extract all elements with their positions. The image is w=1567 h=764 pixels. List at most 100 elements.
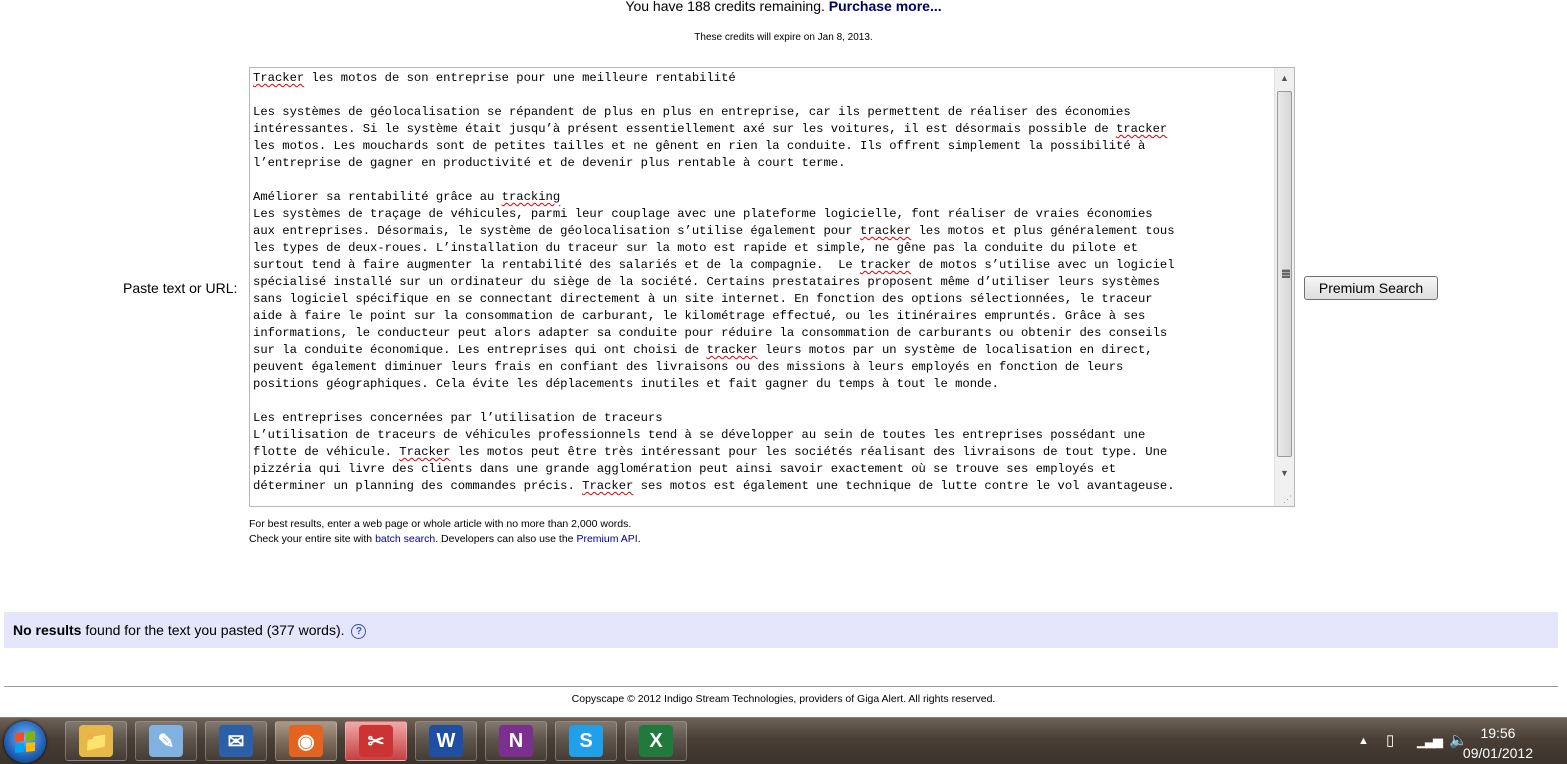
text-line: Améliorer sa rentabilité grâce au tracki… [253, 189, 1273, 206]
text-segment: ses motos est également une technique de… [633, 479, 1175, 493]
show-hidden-icons-icon[interactable]: ▲ [1358, 718, 1369, 764]
firefox-icon: ◉ [289, 725, 323, 757]
taskbar-thunderbird-button[interactable]: ✉ [205, 721, 267, 761]
taskbar-excel-button[interactable]: X [625, 721, 687, 761]
misspelled-word: tracking [501, 190, 561, 204]
hint-line-2: Check your entire site with batch search… [249, 533, 641, 545]
help-icon[interactable]: ? [351, 623, 367, 639]
text-segment: déterminer un planning des commandes pré… [253, 479, 583, 493]
clock[interactable]: 19:56 09/01/2012 [1463, 723, 1533, 763]
taskbar-explorer-button[interactable]: 📁 [65, 721, 127, 761]
text-line: informations, le conducteur peut alors a… [253, 325, 1273, 342]
text-line: Tracker les motos de son entreprise pour… [253, 70, 1273, 87]
vertical-scrollbar[interactable]: ▲ ▬ ▬ ▬ ▼ [1274, 68, 1294, 506]
result-bold: No results [13, 622, 82, 638]
result-bar: No results found for the text you pasted… [4, 612, 1558, 648]
notepad-icon: ✎ [149, 725, 183, 757]
taskbar-firefox-button[interactable]: ◉ [275, 721, 337, 761]
skype-icon: S [569, 725, 603, 757]
taskbar-skype-button[interactable]: S [555, 721, 617, 761]
excel-icon: X [639, 725, 673, 757]
pasted-text[interactable]: Tracker les motos de son entreprise pour… [253, 70, 1273, 504]
paste-label: Paste text or URL: [123, 280, 238, 296]
footer-text: Copyscape © 2012 Indigo Stream Technolog… [571, 693, 996, 705]
grip-icon: ▬ ▬ ▬ [1282, 265, 1290, 280]
snipping-tool-icon: ✂ [359, 725, 393, 757]
text-segment: informations, le conducteur peut alors a… [253, 326, 1168, 340]
scroll-thumb[interactable]: ▬ ▬ ▬ [1277, 91, 1292, 457]
text-line: Les entreprises concernées par l’utilisa… [253, 410, 1273, 427]
premium-api-link[interactable]: Premium API [576, 533, 637, 545]
scroll-down-arrow-icon[interactable]: ▼ [1275, 463, 1294, 483]
text-segment: sur la conduite économique. Les entrepri… [253, 343, 707, 357]
credits-expire: These credits will expire on Jan 8, 2013… [694, 32, 873, 43]
text-line: aux entreprises. Désormais, le système d… [253, 223, 1273, 240]
text-line: spécialisé installé sur un ordinateur du… [253, 274, 1273, 291]
text-segment: Les entreprises concernées par l’utilisa… [253, 411, 663, 425]
credits-line: You have 188 credits remaining. Purchase… [0, 0, 1567, 14]
misspelled-word: tracker [706, 343, 758, 357]
text-segment: les motos peut être très intéressant pou… [450, 445, 1168, 459]
text-line: l’entreprise de gagner en productivité e… [253, 155, 1273, 172]
start-button[interactable] [4, 721, 46, 763]
divider [4, 686, 1558, 687]
text-segment: leurs motos par un système de localisati… [757, 343, 1153, 357]
text-line: surtout tend à faire augmenter la rentab… [253, 257, 1273, 274]
word-icon: W [429, 725, 463, 757]
text-segment: les types de deux-roues. L’installation … [253, 241, 1138, 255]
network-icon[interactable]: ▁▃▅ [1417, 718, 1443, 764]
resize-handle-icon[interactable]: ⋰ [1283, 494, 1292, 505]
text-line: Les systèmes de traçage de véhicules, pa… [253, 206, 1273, 223]
misspelled-word: Tracker [253, 71, 305, 85]
text-line: L’utilisation de traceurs de véhicules p… [253, 427, 1273, 444]
scroll-up-arrow-icon[interactable]: ▲ [1275, 68, 1294, 88]
misspelled-word: tracker [860, 258, 912, 272]
taskbar: 📁 ✎ ✉ ◉ ✂ W N S X ▲ ▯ ▁▃▅ 🔈 19:56 09/01/2012 [0, 717, 1567, 764]
taskbar-word-button[interactable]: W [415, 721, 477, 761]
misspelled-word: Tracker [582, 479, 634, 493]
text-line [253, 172, 1273, 189]
text-segment: flotte de véhicule. [253, 445, 400, 459]
text-line: aide à faire le point sur la consommatio… [253, 308, 1273, 325]
text-segment: Les systèmes de géolocalisation se répan… [253, 105, 1131, 119]
hint-line-1: For best results, enter a web page or wh… [249, 518, 632, 530]
text-line: positions géographiques. Cela évite les … [253, 376, 1273, 393]
misspelled-word: tracker [1116, 122, 1168, 136]
text-line: Les systèmes de géolocalisation se répan… [253, 104, 1273, 121]
purchase-more-link[interactable]: Purchase more... [829, 0, 942, 14]
text-input-area[interactable]: Tracker les motos de son entreprise pour… [249, 67, 1295, 507]
result-text: found for the text you pasted (377 words… [81, 622, 345, 638]
text-segment: les motos et plus généralement tous [911, 224, 1175, 238]
misspelled-word: Tracker [399, 445, 451, 459]
text-segment: peuvent également diminuer leurs frais e… [253, 360, 1124, 374]
text-segment: les motos. Les mouchards sont de petites… [253, 139, 1146, 153]
text-segment: L’utilisation de traceurs de véhicules p… [253, 428, 1146, 442]
text-segment: les motos de son entreprise pour une mei… [304, 71, 736, 85]
text-segment: l’entreprise de gagner en productivité e… [253, 156, 846, 170]
text-line: sans logiciel spécifique en se connectan… [253, 291, 1273, 308]
text-line: sur la conduite économique. Les entrepri… [253, 342, 1273, 359]
text-segment: aux entreprises. Désormais, le système d… [253, 224, 861, 238]
hint-text: For best results, enter a web page or wh… [249, 517, 641, 547]
misspelled-word: tracker [860, 224, 912, 238]
text-line: les types de deux-roues. L’installation … [253, 240, 1273, 257]
clock-date: 09/01/2012 [1462, 745, 1533, 761]
clock-time: 19:56 [1480, 725, 1516, 741]
onenote-icon: N [499, 725, 533, 757]
text-line: déterminer un planning des commandes pré… [253, 478, 1273, 495]
text-line [253, 393, 1273, 410]
premium-search-button[interactable]: Premium Search [1304, 276, 1438, 300]
taskbar-onenote-button[interactable]: N [485, 721, 547, 761]
taskbar-snipping-tool-button[interactable]: ✂ [345, 721, 407, 761]
windows-logo-icon [15, 730, 35, 754]
text-segment: Les systèmes de traçage de véhicules, pa… [253, 207, 1153, 221]
taskbar-notepad-button[interactable]: ✎ [135, 721, 197, 761]
text-line: peuvent également diminuer leurs frais e… [253, 359, 1273, 376]
text-segment: spécialisé installé sur un ordinateur du… [253, 275, 1160, 289]
text-segment: sans logiciel spécifique en se connectan… [253, 292, 1153, 306]
text-segment: intéressantes. Si le système était jusqu… [253, 122, 1117, 136]
text-line [253, 87, 1273, 104]
text-segment: Améliorer sa rentabilité grâce au [253, 190, 502, 204]
batch-search-link[interactable]: batch search [375, 533, 435, 545]
device-icon[interactable]: ▯ [1386, 718, 1394, 764]
